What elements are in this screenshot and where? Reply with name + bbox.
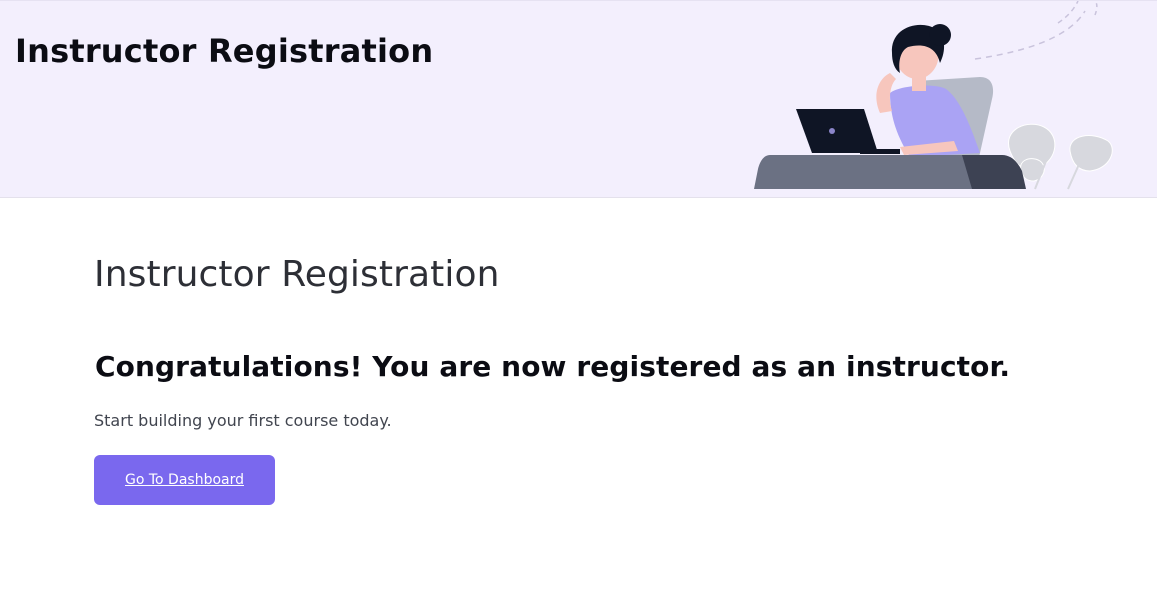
subtext: Start building your first course today. xyxy=(94,411,392,430)
go-to-dashboard-button[interactable]: Go To Dashboard xyxy=(94,455,275,505)
congratulations-message: Congratulations! You are now registered … xyxy=(95,350,1011,383)
banner-title: Instructor Registration xyxy=(15,32,434,70)
page-heading: Instructor Registration xyxy=(94,254,500,295)
header-banner: Instructor Registration xyxy=(0,0,1157,198)
woman-at-laptop-illustration xyxy=(754,1,1113,190)
